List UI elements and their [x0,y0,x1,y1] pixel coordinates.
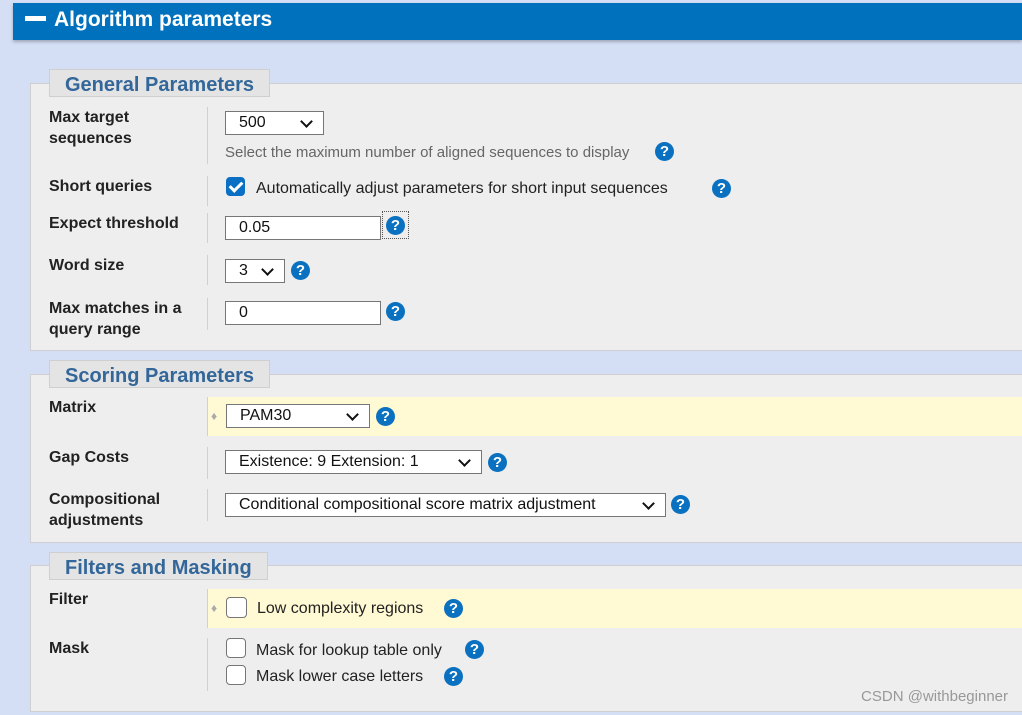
divider [207,397,208,436]
chevron-down-icon [642,497,655,510]
header-title: Algorithm parameters [54,8,273,31]
scoring-parameters-legend: Scoring Parameters [49,360,270,388]
compositional-adjustments-select[interactable]: Conditional compositional score matrix a… [225,493,666,517]
chevron-down-icon [458,454,471,467]
short-queries-text: Automatically adjust parameters for shor… [256,180,668,197]
compositional-adjustments-label: Compositional adjustments [49,491,161,529]
matrix-select[interactable]: PAM30 [226,404,370,428]
help-icon[interactable]: ? [465,640,484,659]
max-matches-label: Max matches in a query range [49,300,182,338]
help-icon[interactable]: ? [291,261,310,280]
max-target-hint: Select the maximum number of aligned seq… [225,144,630,161]
filter-label: Filter [49,591,89,608]
mask-lookup-checkbox[interactable] [226,638,246,658]
minus-icon [25,15,46,21]
help-icon[interactable]: ? [488,453,507,472]
low-complexity-text: Low complexity regions [257,600,424,617]
help-icon[interactable]: ? [386,302,405,321]
divider [207,213,208,243]
help-icon[interactable]: ? [444,667,463,686]
chevron-down-icon [300,115,313,128]
matrix-label: Matrix [49,399,97,416]
diamond-icon: ♦ [211,601,218,615]
gap-costs-select[interactable]: Existence: 9 Extension: 1 [225,450,482,474]
word-size-label: Word size [49,257,125,274]
divider [207,298,208,330]
help-icon[interactable]: ? [444,599,463,618]
divider [207,638,208,691]
mask-label: Mask [49,640,90,657]
max-target-label: Max target sequences [49,109,132,147]
help-icon[interactable]: ? [655,142,674,161]
diamond-icon: ♦ [211,409,218,423]
short-queries-checkbox[interactable] [226,177,245,196]
divider [207,489,208,521]
help-icon[interactable]: ? [376,407,395,426]
help-icon[interactable]: ? [712,179,731,198]
mask-lowercase-text: Mask lower case letters [256,668,424,685]
help-icon[interactable]: ? [671,495,690,514]
chevron-down-icon [346,408,359,421]
low-complexity-checkbox[interactable] [226,597,247,618]
max-matches-input[interactable]: 0 [225,301,381,325]
divider [207,447,208,479]
short-queries-label: Short queries [49,178,153,195]
filters-masking-legend: Filters and Masking [49,552,268,580]
divider [207,589,208,628]
gap-costs-label: Gap Costs [49,449,130,466]
max-target-select[interactable]: 500 [225,111,324,135]
algorithm-parameters-header[interactable]: Algorithm parameters [13,3,1022,40]
help-icon[interactable]: ? [386,216,405,235]
general-parameters-legend: General Parameters [49,69,271,97]
expect-threshold-input[interactable]: 0.05 [225,216,381,240]
divider [207,176,208,206]
mask-lookup-text: Mask for lookup table only [256,642,442,659]
divider [207,255,208,285]
watermark: CSDN @withbeginner [861,688,1008,705]
expect-threshold-label: Expect threshold [49,215,179,232]
mask-lowercase-checkbox[interactable] [226,665,246,685]
divider [207,107,208,164]
word-size-select[interactable]: 3 [225,259,285,283]
chevron-down-icon [261,263,274,276]
